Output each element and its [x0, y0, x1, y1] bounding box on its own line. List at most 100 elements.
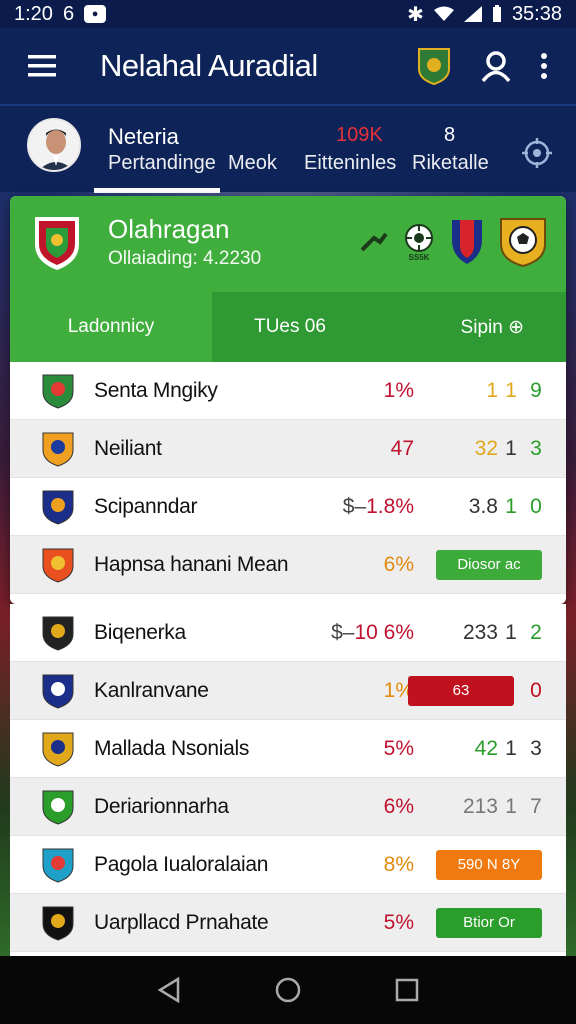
stat-value: 42 [474, 736, 498, 760]
percentage: 1% [383, 378, 414, 402]
stat-value: 3 [530, 736, 542, 760]
card-header: Olahragan Ollaiading: 4.2230 SS5K [10, 196, 566, 292]
menu-icon[interactable] [22, 46, 62, 86]
tab-ladonnicy[interactable]: Ladonnicy [10, 292, 212, 362]
wifi-icon [433, 6, 454, 21]
stat-value: 1 [505, 736, 517, 760]
team-crest-icon [40, 372, 76, 410]
bluetooth-icon: ✱ [407, 3, 424, 26]
app-title: Nelahal Auradial [100, 48, 318, 83]
stat-value: 1 [486, 378, 498, 402]
battery-icon [492, 5, 501, 22]
stat-value: 9 [530, 378, 542, 402]
notification-icon: ● [84, 5, 107, 23]
team-crest-icon [40, 904, 76, 942]
percentage: 6% [383, 552, 414, 576]
league-crest-icon[interactable] [414, 46, 454, 86]
table-row[interactable]: Neiliant 47 32 1 3 [10, 420, 566, 478]
avatar[interactable] [27, 118, 81, 172]
club-logo-caption: SS5K [408, 252, 430, 262]
arrows-icon[interactable] [360, 230, 388, 254]
table-row[interactable]: Hapnsa hanani Mean 6% Diosor ac [10, 536, 566, 594]
club-logo-ssk[interactable]: SS5K [402, 223, 436, 262]
percentage: 8% [383, 852, 414, 876]
stat-value: 1 [505, 378, 517, 402]
value-prefix: $– [342, 494, 367, 518]
team-name: Senta Mngiky [94, 378, 218, 402]
team-name: Mallada Nsonials [94, 736, 250, 760]
status-extra: 6 [62, 2, 75, 25]
team-name: Pagola Iualoralaian [94, 852, 269, 876]
team-crest-icon [32, 214, 82, 277]
team-name: Hapnsa hanani Mean [94, 552, 289, 576]
status-badge[interactable]: Btior Or [436, 907, 542, 938]
percentage-cell: 6% [384, 795, 414, 819]
table-row[interactable]: Biqenerka $–10 6% 233 1 2 [10, 604, 566, 662]
status-clock: 35:38 [511, 2, 562, 25]
status-bar: 1:20 6 ● ✱ 35:38 [0, 0, 576, 28]
team-name: Deriarionnarha [94, 794, 229, 818]
team-crest-icon [40, 488, 76, 526]
team-crest-icon [40, 614, 76, 652]
team-crest-icon [40, 672, 76, 710]
home-icon[interactable] [274, 976, 302, 1004]
stat-value: 1 [505, 494, 517, 518]
table-row[interactable]: Deriarionnarha 6% 213 1 7 [10, 778, 566, 836]
tab-tues[interactable]: TUes 06 [212, 292, 368, 362]
account-icon[interactable] [476, 46, 516, 86]
team-crest-icon [40, 846, 76, 884]
standings-list-lower: Biqenerka $–10 6% 233 1 2 Kanlranvane 1% 63 0 Mal… [10, 604, 566, 956]
team-name: Scipanndar [94, 494, 198, 518]
team-crest-icon [40, 788, 76, 826]
tab-pertandinge[interactable]: Pertandinge [108, 152, 216, 175]
percentage: 1.8% [366, 494, 414, 518]
tab-sipin[interactable]: Sipin ⊕ [368, 292, 566, 362]
tab-meok[interactable]: Meok [228, 152, 277, 175]
team-name: Biqenerka [94, 620, 186, 644]
more-options-icon[interactable] [534, 46, 554, 86]
football-crest-icon[interactable] [498, 216, 548, 268]
stat-value: 32 [474, 436, 498, 460]
team-name: Neiliant [94, 436, 162, 460]
stat-value: 3.8 [468, 494, 498, 518]
percentage: 5% [383, 910, 414, 934]
table-row[interactable]: Pagola Iualoralaian 8% 590 N 8Y [10, 836, 566, 894]
stat-value: 1 [505, 794, 517, 818]
value-prefix: $– [331, 620, 355, 644]
status-badge[interactable]: Diosor ac [436, 549, 542, 580]
stat-value: 0 [530, 494, 542, 518]
table-row[interactable]: Kanlranvane 1% 63 0 [10, 662, 566, 720]
card-title: Olahragan [108, 214, 230, 244]
stat-value: 233 [462, 620, 498, 644]
percentage: 47 [390, 436, 414, 460]
status-badge[interactable]: 590 N 8Y [436, 849, 542, 880]
standings-list-upper: Senta Mngiky 1% 1 1 9 Neiliant 47 32 1 3 Scipannda… [10, 362, 566, 594]
shield-logo-icon[interactable] [450, 218, 484, 266]
stat-value: 0 [530, 678, 542, 702]
tab-eitteninles[interactable]: Eitteninles [304, 152, 396, 175]
team-crest-icon [40, 546, 76, 584]
team-name: Kanlranvane [94, 678, 209, 702]
stat-value: 2 [530, 620, 542, 644]
percentage-cell: $–10 6% [331, 621, 414, 645]
target-icon[interactable] [520, 136, 554, 175]
recents-icon[interactable] [395, 978, 419, 1002]
profile-name: Neteria [108, 124, 179, 149]
active-tab-indicator [94, 188, 220, 193]
status-badge[interactable]: 63 [408, 675, 514, 706]
team-crest-icon [40, 730, 76, 768]
percentage-cell: 1% [384, 379, 414, 403]
table-row[interactable]: Senta Mngiky 1% 1 1 9 [10, 362, 566, 420]
back-icon[interactable] [157, 977, 181, 1003]
stat-value: 213 [462, 794, 498, 818]
app-bar: Nelahal Auradial [0, 28, 576, 104]
percentage: 6% [383, 794, 414, 818]
table-row[interactable]: Uarpllacd Prnahate 5% Btior Or [10, 894, 566, 952]
table-row[interactable]: Scipanndar $–1.8% 3.8 1 0 [10, 478, 566, 536]
profile-bar: Neteria Pertandinge Meok Eitteninles Rik… [0, 104, 576, 193]
stat-count: 109K [336, 124, 383, 146]
system-nav-bar [0, 956, 576, 1024]
tab-riketalle[interactable]: Riketalle [412, 152, 489, 175]
status-time: 1:20 [14, 2, 53, 25]
table-row[interactable]: Mallada Nsonials 5% 42 1 3 [10, 720, 566, 778]
